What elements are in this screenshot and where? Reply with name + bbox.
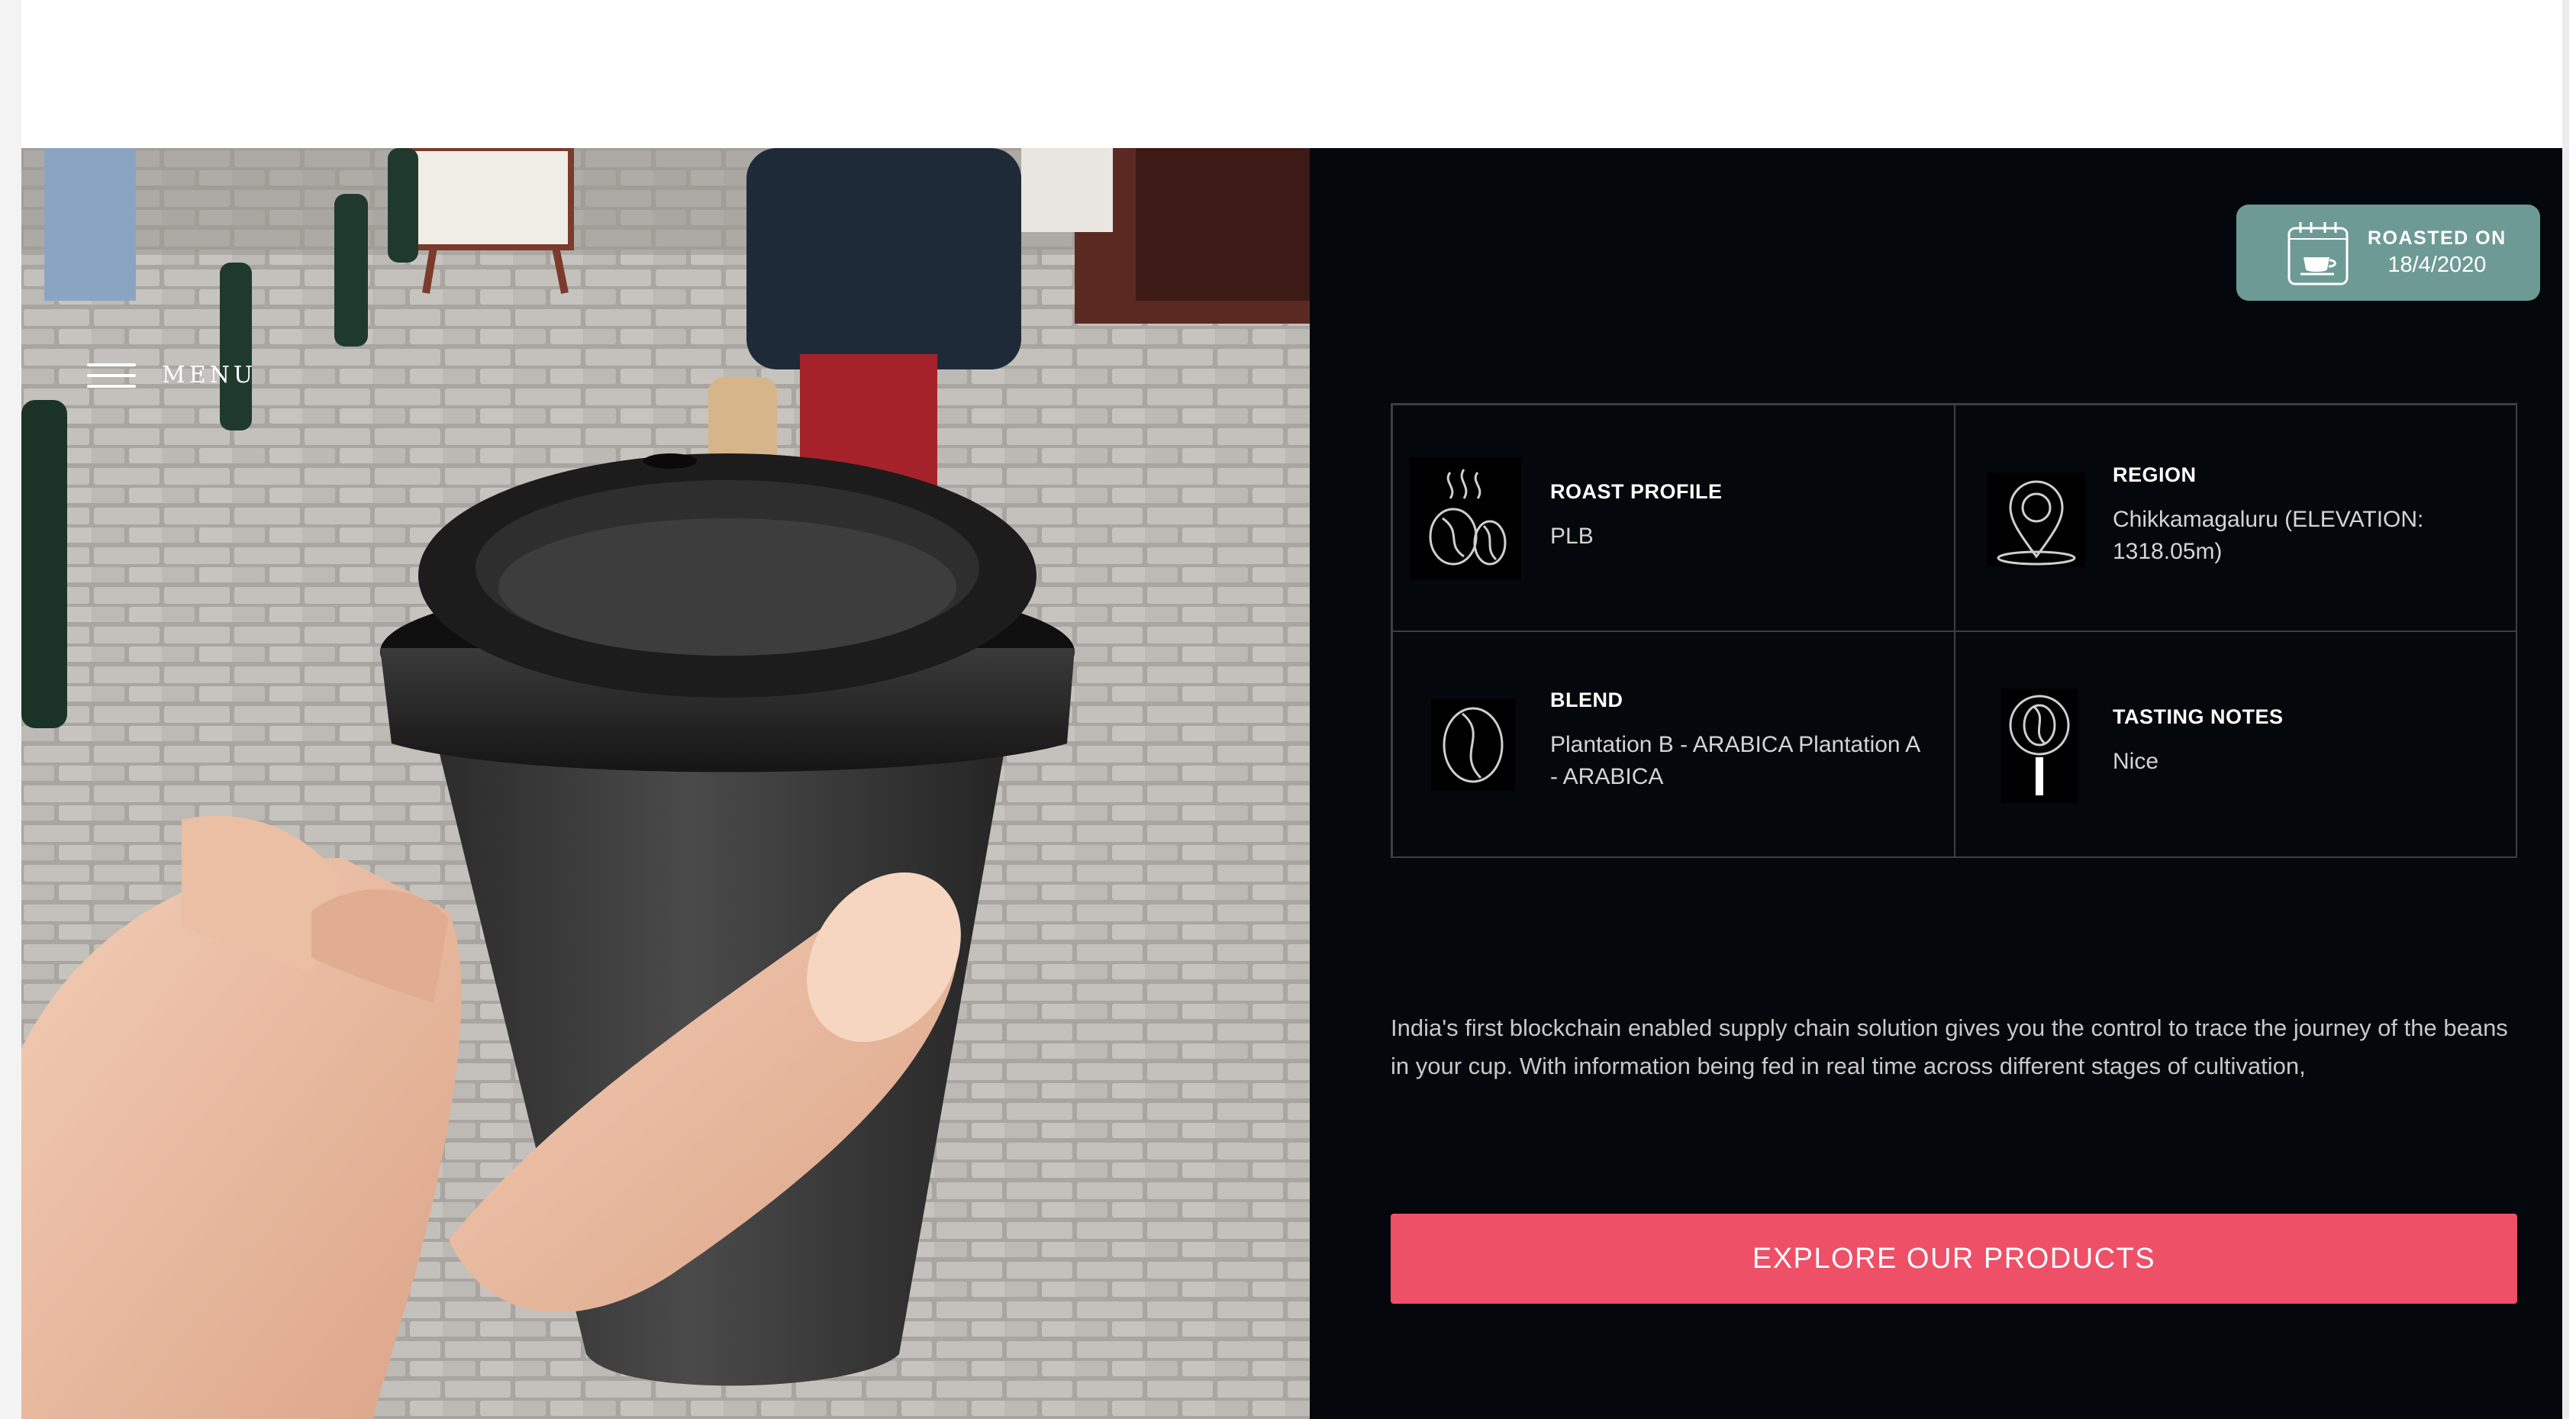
blend-title: BLEND (1550, 689, 1623, 711)
bean-magnifier-icon (2001, 689, 2078, 803)
coffee-details-grid: ROAST PROFILE PLB REGION Chikkamagaluru … (1391, 403, 2517, 858)
detail-roast-profile: ROAST PROFILE PLB (1392, 405, 1955, 631)
roasted-on-date: 18/4/2020 (2387, 253, 2487, 277)
coffee-bean-icon (1431, 699, 1515, 791)
location-pin-icon (1988, 472, 2085, 567)
steaming-beans-icon (1410, 457, 1521, 579)
hero-photo-illustration (21, 148, 1310, 1419)
hero-image: MENU (21, 148, 1310, 1419)
description-text: India's first blockchain enabled supply … (1391, 1014, 2508, 1079)
roasted-on-badge: ROASTED ON 18/4/2020 (2236, 205, 2540, 301)
region-value: Chikkamagaluru (ELEVATION: 1318.05m) (2113, 507, 2424, 564)
hamburger-icon (87, 363, 136, 388)
menu-label: MENU (162, 362, 257, 389)
detail-blend: BLEND Plantation B - ARABICA Plantation … (1392, 631, 1955, 858)
tasting-notes-title: TASTING NOTES (2113, 705, 2284, 728)
window-edge (0, 0, 21, 1419)
page: MENU ROASTED ON 18/4/2020 ROAST PROFILE … (21, 0, 2569, 1419)
roast-profile-value: PLB (1550, 524, 1594, 549)
scrollbar[interactable] (2562, 0, 2569, 1419)
calendar-cup-icon (2287, 222, 2349, 285)
menu-button[interactable]: MENU (87, 362, 256, 389)
detail-region: REGION Chikkamagaluru (ELEVATION: 1318.0… (1955, 405, 2517, 631)
explore-products-button[interactable]: EXPLORE OUR PRODUCTS (1391, 1214, 2517, 1304)
blend-value: Plantation B - ARABICA Plantation A - AR… (1550, 732, 1920, 789)
region-title: REGION (2113, 463, 2197, 486)
detail-tasting-notes: TASTING NOTES Nice (1955, 631, 2517, 858)
top-bar (21, 0, 2569, 148)
roast-profile-title: ROAST PROFILE (1550, 480, 1723, 503)
roasted-on-label: ROASTED ON (2368, 227, 2507, 249)
tasting-notes-value: Nice (2113, 749, 2159, 774)
info-panel: ROASTED ON 18/4/2020 ROAST PROFILE PLB R… (1310, 148, 2562, 1419)
